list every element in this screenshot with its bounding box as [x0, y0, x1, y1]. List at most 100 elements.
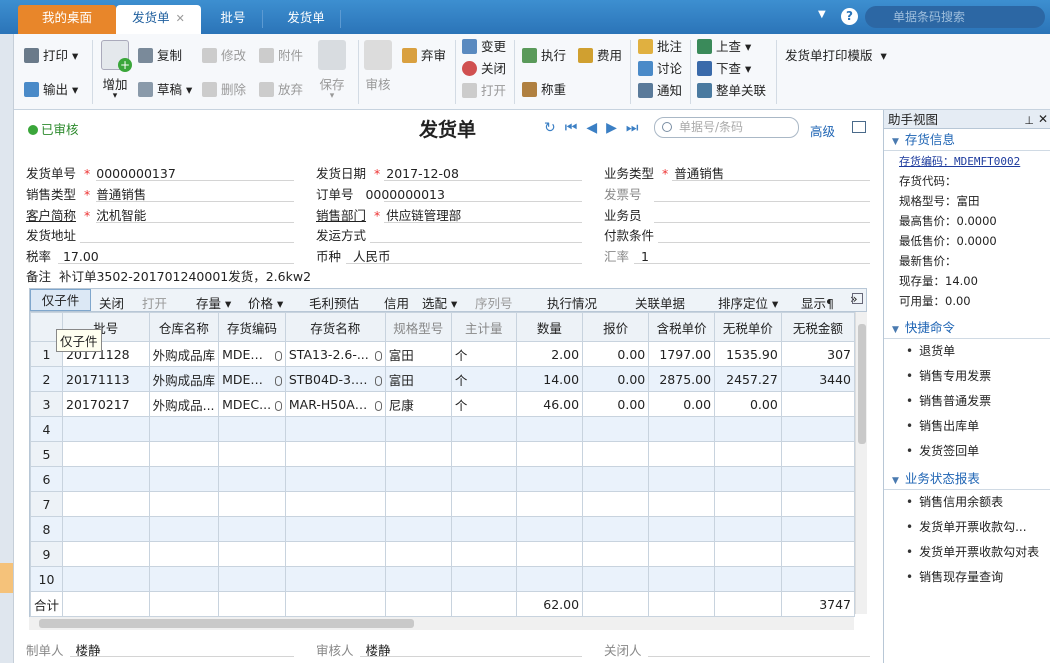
- table-cell[interactable]: [780, 416, 855, 442]
- row-open-button[interactable]: 打开: [142, 293, 167, 312]
- export-button[interactable]: 输出 ▾: [24, 80, 78, 100]
- table-cell[interactable]: [148, 491, 220, 517]
- table-cell[interactable]: 外购成品库: [148, 366, 220, 392]
- table-cell[interactable]: [714, 416, 782, 442]
- table-cell[interactable]: 个: [450, 341, 517, 367]
- table-cell[interactable]: [780, 466, 855, 492]
- remark-field[interactable]: 备注 补订单3502-201701240001发货，2.6kw2: [26, 266, 311, 285]
- draft-button[interactable]: 草稿 ▾: [138, 80, 192, 100]
- address-field[interactable]: 发货地址: [26, 225, 76, 244]
- table-cell[interactable]: 个: [450, 391, 517, 417]
- table-cell[interactable]: [218, 566, 286, 592]
- table-cell[interactable]: 3440: [780, 366, 855, 392]
- close-icon[interactable]: ✕: [1038, 110, 1048, 129]
- row-number[interactable]: 7: [30, 491, 64, 517]
- section-inventory[interactable]: ▼ 存货信息: [884, 129, 1050, 151]
- table-cell[interactable]: [284, 466, 386, 492]
- table-cell[interactable]: 20170217: [62, 391, 150, 417]
- table-cell[interactable]: [714, 491, 782, 517]
- table-cell[interactable]: 20171113: [62, 366, 150, 392]
- table-row[interactable]: 4: [30, 416, 855, 442]
- table-cell[interactable]: [450, 541, 517, 567]
- table-cell[interactable]: [218, 491, 286, 517]
- table-cell[interactable]: [148, 541, 220, 567]
- table-row[interactable]: 1 20171128 外购成品库 MDEM... STA13-2.6-... 富田个 2.0…: [30, 341, 855, 367]
- table-row[interactable]: 9: [30, 541, 855, 567]
- trace-up-button[interactable]: 上查 ▾: [697, 37, 751, 57]
- tab-my-desktop[interactable]: 我的桌面: [18, 5, 116, 34]
- display-button[interactable]: 显示¶: [801, 293, 849, 312]
- table-cell[interactable]: [515, 416, 584, 442]
- section-shortcuts[interactable]: ▼ 快捷命令: [884, 317, 1050, 339]
- table-cell[interactable]: 2457.27: [714, 366, 782, 392]
- column-header[interactable]: 存货编码: [218, 312, 286, 342]
- table-row[interactable]: 10: [30, 566, 855, 592]
- table-cell[interactable]: [450, 416, 517, 442]
- table-cell[interactable]: [62, 416, 150, 442]
- table-cell[interactable]: [148, 416, 220, 442]
- table-cell[interactable]: [515, 466, 584, 492]
- table-cell[interactable]: 1797.00: [648, 341, 716, 367]
- table-cell[interactable]: 富田: [384, 341, 452, 367]
- delete-button[interactable]: 删除: [202, 80, 246, 100]
- table-cell[interactable]: [218, 441, 286, 467]
- bill-search-input[interactable]: 单据号/条码: [654, 117, 799, 138]
- table-cell[interactable]: MDEC...: [218, 391, 286, 417]
- table-cell[interactable]: [714, 516, 782, 542]
- column-header[interactable]: 数量: [515, 312, 584, 342]
- shortcut-item[interactable]: 发货签回单: [906, 439, 1050, 464]
- close-button[interactable]: 关闭: [462, 59, 506, 79]
- invoice-no-field[interactable]: 发票号: [604, 184, 642, 203]
- table-cell[interactable]: [648, 466, 716, 492]
- report-item[interactable]: 发货单开票收款勾对表: [906, 540, 1050, 565]
- table-row[interactable]: 2 20171113 外购成品库 MDEM... STB04D-3.6... 富田个 14.…: [30, 366, 855, 392]
- last-icon[interactable]: ⏭: [626, 120, 639, 136]
- only-child-button[interactable]: 仅子件: [30, 289, 91, 311]
- table-cell[interactable]: [148, 566, 220, 592]
- table-cell[interactable]: MDEM...: [218, 341, 286, 367]
- row-number[interactable]: 9: [30, 541, 64, 567]
- layout-icon[interactable]: [852, 121, 866, 133]
- table-cell[interactable]: [284, 491, 386, 517]
- table-cell[interactable]: 0.00: [582, 391, 650, 417]
- paperclip-icon[interactable]: [374, 350, 382, 361]
- paperclip-icon[interactable]: [274, 350, 282, 361]
- close-icon[interactable]: ✕: [176, 12, 185, 25]
- table-cell[interactable]: [780, 516, 855, 542]
- row-number[interactable]: 8: [30, 516, 64, 542]
- table-cell[interactable]: [515, 566, 584, 592]
- column-header[interactable]: 仓库名称: [148, 312, 220, 342]
- table-cell[interactable]: [714, 441, 782, 467]
- table-cell[interactable]: [384, 516, 452, 542]
- paperclip-icon[interactable]: [274, 400, 282, 411]
- scroll-thumb[interactable]: [39, 619, 414, 628]
- salesman-field[interactable]: 业务员: [604, 205, 642, 224]
- attach-button[interactable]: 附件: [259, 46, 303, 66]
- table-cell[interactable]: [284, 441, 386, 467]
- table-cell[interactable]: [648, 516, 716, 542]
- first-icon[interactable]: ⏮: [565, 120, 578, 136]
- table-cell[interactable]: [62, 541, 150, 567]
- paperclip-icon[interactable]: [274, 375, 282, 386]
- save-button[interactable]: 保存 ▾: [316, 40, 348, 101]
- maximize-icon[interactable]: [852, 293, 863, 304]
- table-cell[interactable]: 2875.00: [648, 366, 716, 392]
- shortcut-item[interactable]: 退货单: [906, 339, 1050, 364]
- annotate-button[interactable]: 批注: [638, 37, 682, 57]
- table-cell[interactable]: [218, 416, 286, 442]
- table-cell[interactable]: [384, 416, 452, 442]
- report-item[interactable]: 发货单开票收款勾...: [906, 515, 1050, 540]
- vertical-scrollbar[interactable]: [855, 312, 867, 614]
- row-number[interactable]: 10: [30, 566, 64, 592]
- table-cell[interactable]: [218, 541, 286, 567]
- table-cell[interactable]: [450, 441, 517, 467]
- table-cell[interactable]: [515, 516, 584, 542]
- margin-estimate-button[interactable]: 毛利预估: [309, 293, 359, 312]
- table-cell[interactable]: [450, 516, 517, 542]
- table-cell[interactable]: 0.00: [648, 391, 716, 417]
- weigh-button[interactable]: 称重: [522, 80, 566, 100]
- table-cell[interactable]: [648, 491, 716, 517]
- table-cell[interactable]: [780, 441, 855, 467]
- exec-status-button[interactable]: 执行情况: [547, 293, 597, 312]
- row-number[interactable]: 2: [30, 366, 64, 392]
